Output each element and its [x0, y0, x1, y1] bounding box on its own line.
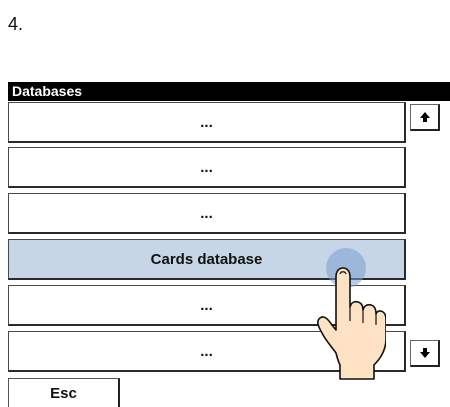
list-item-label: ...: [200, 113, 213, 131]
panel-title: Databases: [8, 82, 450, 101]
scroll-down-button[interactable]: [410, 340, 440, 367]
pointing-hand-icon: [317, 267, 386, 380]
list-item-label: ...: [200, 342, 213, 360]
arrow-down-icon: [419, 348, 430, 358]
scroll-up-button[interactable]: [410, 104, 440, 131]
list-item-label: ...: [200, 158, 213, 176]
list-item[interactable]: ...: [8, 102, 406, 143]
list-item-label: ...: [200, 296, 213, 314]
step-number: 4.: [8, 14, 24, 34]
list-item-label: Cards database: [150, 250, 263, 268]
esc-button[interactable]: Esc: [8, 378, 120, 407]
esc-button-label: Esc: [50, 384, 77, 402]
list-item[interactable]: ...: [8, 147, 406, 188]
list-item-label: ...: [200, 204, 213, 222]
arrow-up-icon: [419, 112, 430, 122]
list-item[interactable]: ...: [8, 193, 406, 234]
